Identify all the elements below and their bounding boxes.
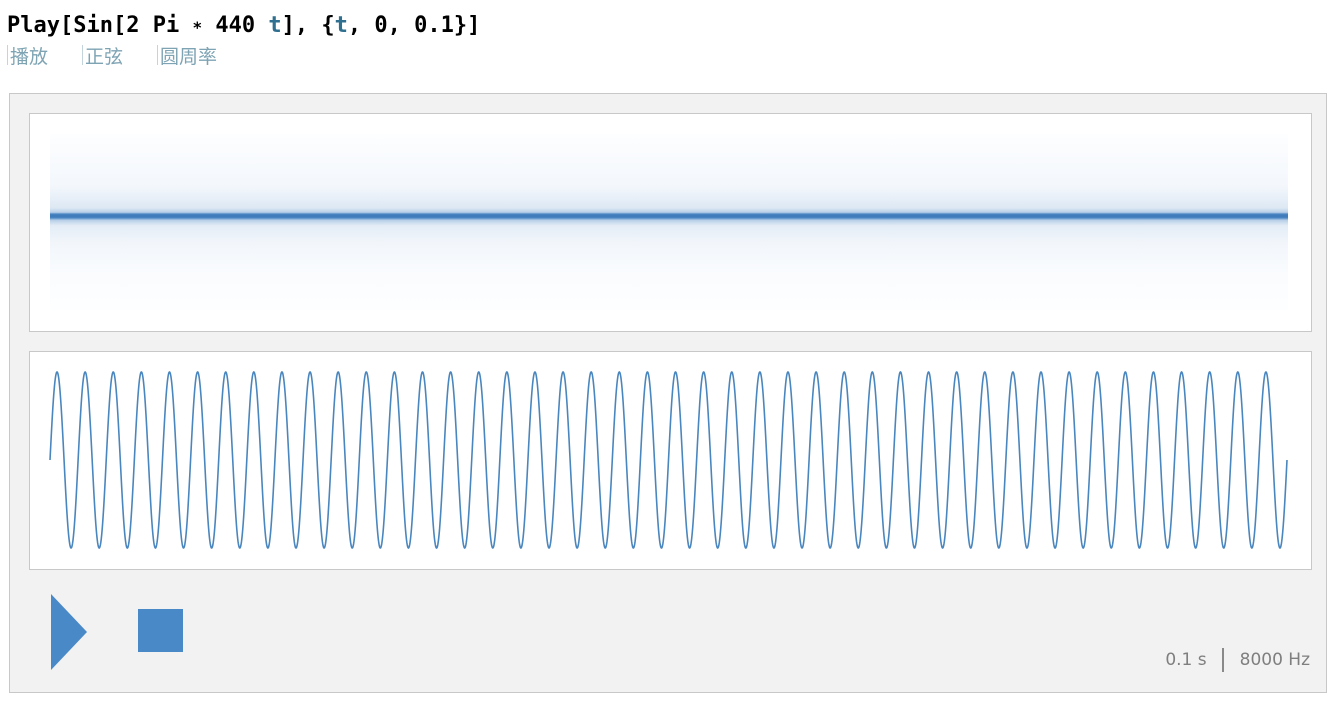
comma: , <box>347 13 375 38</box>
suggestion-marker <box>7 45 8 65</box>
info-separator <box>1221 648 1224 672</box>
waveform-line <box>49 371 1288 549</box>
sin-name: Sin <box>73 13 113 38</box>
suggestion-marker <box>82 45 84 65</box>
brace-close: } <box>453 13 468 38</box>
inner-open-bracket: [ <box>112 13 127 38</box>
stop-button[interactable] <box>138 609 183 652</box>
spectrogram-frame <box>29 113 1312 332</box>
play-button[interactable] <box>51 594 87 670</box>
comma: , <box>294 13 322 38</box>
suggestion-sine[interactable]: 正弦 <box>82 42 123 68</box>
times-symbol: ∗ <box>192 15 203 34</box>
brace-open: { <box>321 13 335 38</box>
range-end: 0.1 <box>414 13 454 38</box>
waveform-frame <box>29 351 1312 570</box>
close-bracket: ] <box>467 13 481 38</box>
inner-close-bracket: ] <box>281 13 295 38</box>
func-name: Play <box>7 13 60 38</box>
pi-symbol: Pi <box>152 13 180 38</box>
input-expression[interactable]: Play[Sin[2 Pi ∗ 440 t], {t, 0, 0.1}] <box>7 10 480 42</box>
iterator-variable: t <box>334 13 348 38</box>
sample-rate-label: 8000 Hz <box>1239 650 1310 670</box>
suggestion-label: 正弦 <box>85 45 124 68</box>
suggestion-bar: 播放 正弦 圆周率 <box>7 42 251 68</box>
suggestion-pi[interactable]: 圆周率 <box>157 42 217 68</box>
variable-t: t <box>268 13 282 38</box>
sound-output-panel: 0.1 s 8000 Hz <box>9 93 1327 693</box>
audio-info: 0.1 s 8000 Hz <box>1165 648 1310 672</box>
play-icon <box>51 594 87 670</box>
duration-label: 0.1 s <box>1165 650 1207 670</box>
frequency-value: 440 <box>215 13 256 38</box>
comma: , <box>387 13 415 38</box>
range-start: 0 <box>374 13 388 38</box>
spectrogram <box>50 134 1288 310</box>
waveform-plot <box>49 371 1288 549</box>
suggestion-play[interactable]: 播放 <box>7 42 48 68</box>
suggestion-label: 圆周率 <box>160 45 218 68</box>
coefficient: 2 <box>126 13 140 38</box>
suggestion-label: 播放 <box>10 45 49 68</box>
open-bracket: [ <box>59 13 74 38</box>
suggestion-marker <box>157 45 159 65</box>
